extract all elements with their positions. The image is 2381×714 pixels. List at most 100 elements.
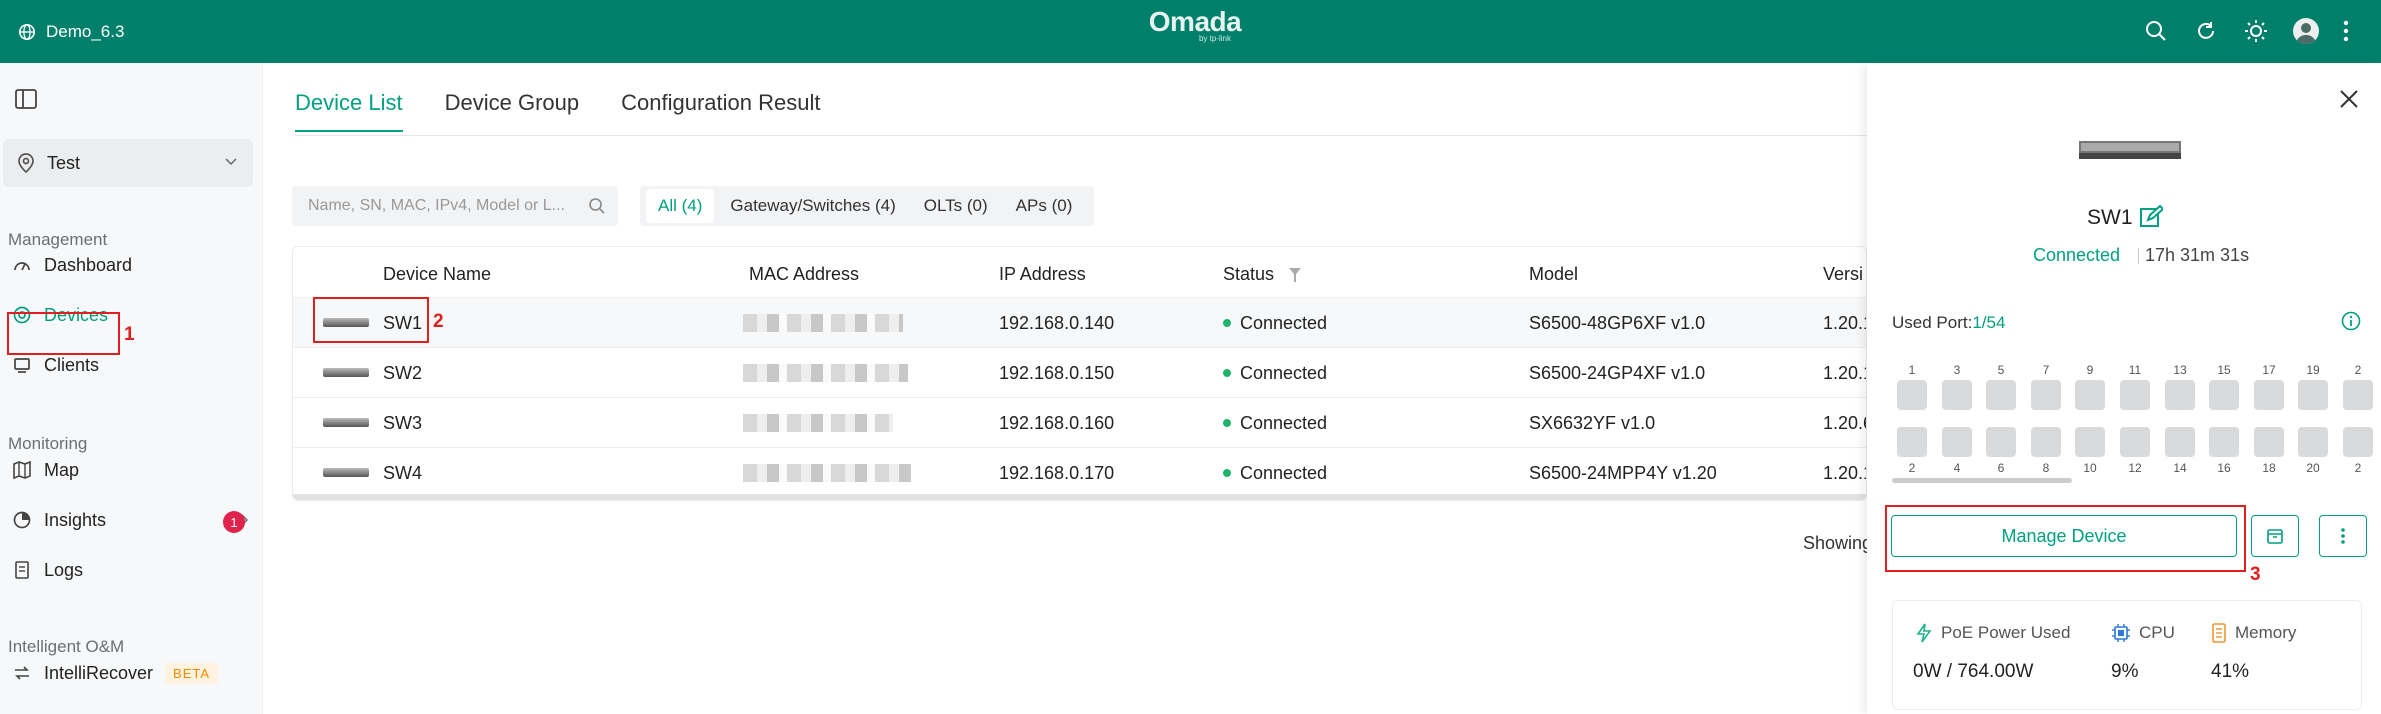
theme-sun-icon[interactable] xyxy=(2231,14,2281,48)
archive-icon xyxy=(2267,529,2283,544)
edit-icon[interactable] xyxy=(2139,205,2163,229)
col-device-name[interactable]: Device Name xyxy=(383,264,491,285)
port[interactable] xyxy=(2298,427,2328,457)
sidebar-toggle-icon[interactable] xyxy=(15,89,37,109)
table-row[interactable]: SW2 192.168.0.150 Connected S6500-24GP4X… xyxy=(293,347,1866,397)
port[interactable] xyxy=(1897,380,1927,410)
port-label: 16 xyxy=(2217,461,2231,475)
table-horizontal-scrollbar[interactable] xyxy=(293,494,1866,500)
sidebar-item-insights[interactable]: Insights xyxy=(12,502,252,538)
version: 1.20.1 xyxy=(1823,313,1866,333)
port[interactable] xyxy=(1942,380,1972,410)
recover-icon xyxy=(12,663,32,683)
port[interactable] xyxy=(2120,380,2150,410)
device-name[interactable]: SW4 xyxy=(383,463,422,484)
table-row[interactable]: SW3 192.168.0.160 Connected SX6632YF v1.… xyxy=(293,397,1866,447)
tab-divider xyxy=(295,135,1867,136)
site-select[interactable]: Test xyxy=(3,139,253,187)
filter-aps[interactable]: APs (0) xyxy=(1004,189,1085,223)
port[interactable] xyxy=(1986,380,2016,410)
status: Connected xyxy=(1223,313,1327,334)
pagination-showing: Showing xyxy=(1803,533,1873,553)
annotation-box-sw1 xyxy=(313,297,429,343)
tab-device-list[interactable]: Device List xyxy=(295,90,403,132)
sidebar-item-dashboard[interactable]: Dashboard xyxy=(12,247,132,283)
sidebar-item-intellirecover[interactable]: IntelliRecover BETA xyxy=(12,655,219,691)
status-dot xyxy=(1223,419,1231,428)
filter-all[interactable]: All (4) xyxy=(646,189,715,223)
port[interactable] xyxy=(2075,380,2105,410)
search-icon[interactable] xyxy=(2131,14,2181,48)
site-name: Demo_6.3 xyxy=(46,21,125,41)
user-avatar[interactable] xyxy=(2281,14,2331,48)
port-label: 20 xyxy=(2306,461,2320,475)
port[interactable] xyxy=(2120,427,2150,457)
filter-olts[interactable]: OLTs (0) xyxy=(912,189,1000,223)
tab-configuration-result[interactable]: Configuration Result xyxy=(621,90,820,132)
logs-badge: 1 xyxy=(223,511,245,533)
port-label: 10 xyxy=(2083,461,2097,475)
port[interactable] xyxy=(2298,380,2328,410)
port[interactable] xyxy=(2254,427,2284,457)
port-label: 1 xyxy=(1908,363,1916,377)
port[interactable] xyxy=(2254,380,2284,410)
port-label: 12 xyxy=(2128,461,2142,475)
more-vertical-icon[interactable] xyxy=(2331,14,2361,48)
port[interactable] xyxy=(1986,427,2016,457)
ip-address: 192.168.0.160 xyxy=(999,413,1115,433)
col-mac-address[interactable]: MAC Address xyxy=(749,264,859,285)
port[interactable] xyxy=(1942,427,1972,457)
port[interactable] xyxy=(2165,427,2195,457)
port[interactable] xyxy=(2031,380,2061,410)
poe-label: PoE Power Used xyxy=(1915,623,2070,643)
port[interactable] xyxy=(1897,427,1927,457)
device-name[interactable]: SW2 xyxy=(383,363,422,384)
col-version[interactable]: Versi xyxy=(1823,264,1863,285)
device-table: Device Name MAC Address IP Address Statu… xyxy=(292,246,1867,501)
sidebar-item-logs[interactable]: Logs xyxy=(12,552,83,588)
filter-gateway-switches[interactable]: Gateway/Switches (4) xyxy=(718,189,907,223)
port[interactable] xyxy=(2165,380,2195,410)
port[interactable] xyxy=(2031,427,2061,457)
memory-value: 41% xyxy=(2211,661,2250,682)
table-row[interactable]: SW1 192.168.0.140 Connected S6500-48GP6X… xyxy=(293,297,1866,347)
port-label: 13 xyxy=(2173,363,2187,377)
mac-blurred xyxy=(743,464,911,482)
col-ip-address[interactable]: IP Address xyxy=(999,264,1086,285)
annotation-2: 2 xyxy=(433,311,444,332)
clients-icon xyxy=(12,355,32,375)
tab-device-group[interactable]: Device Group xyxy=(445,90,580,132)
device-name[interactable]: SW3 xyxy=(383,413,422,434)
site-switcher[interactable]: Demo_6.3 xyxy=(18,22,124,42)
switch-thumbnail xyxy=(323,468,369,477)
switch-device-image xyxy=(2079,141,2181,159)
device-type-filter: All (4) Gateway/Switches (4) OLTs (0) AP… xyxy=(640,186,1095,226)
port[interactable] xyxy=(2343,380,2373,410)
search-input[interactable]: Name, SN, MAC, IPv4, Model or L... xyxy=(292,186,618,226)
port-label: 2 xyxy=(2354,461,2362,475)
filter-icon[interactable] xyxy=(1289,268,1302,283)
port[interactable] xyxy=(2343,427,2373,457)
location-pin-icon xyxy=(18,153,34,173)
port[interactable] xyxy=(2075,427,2105,457)
annotation-1: 1 xyxy=(124,324,135,345)
sidebar-item-map[interactable]: Map xyxy=(12,452,79,488)
port-label: 14 xyxy=(2173,461,2187,475)
port-panel-scrollbar[interactable] xyxy=(1892,478,2072,483)
table-row[interactable]: SW4 192.168.0.170 Connected S6500-24MPP4… xyxy=(293,447,1866,497)
port-label: 5 xyxy=(1997,363,2005,377)
port-label: 17 xyxy=(2262,363,2276,377)
ip-address: 192.168.0.140 xyxy=(999,313,1115,333)
port-label: 2 xyxy=(2354,363,2362,377)
col-model[interactable]: Model xyxy=(1529,264,1578,285)
close-icon[interactable] xyxy=(2339,89,2359,109)
status-dot xyxy=(1223,469,1231,478)
col-status[interactable]: Status xyxy=(1223,264,1302,285)
port[interactable] xyxy=(2209,380,2239,410)
refresh-icon[interactable] xyxy=(2181,14,2231,48)
more-actions-button[interactable] xyxy=(2319,515,2367,557)
save-template-button[interactable] xyxy=(2251,515,2299,557)
memory-icon xyxy=(2211,623,2227,643)
port[interactable] xyxy=(2209,427,2239,457)
info-icon[interactable] xyxy=(2341,311,2361,331)
